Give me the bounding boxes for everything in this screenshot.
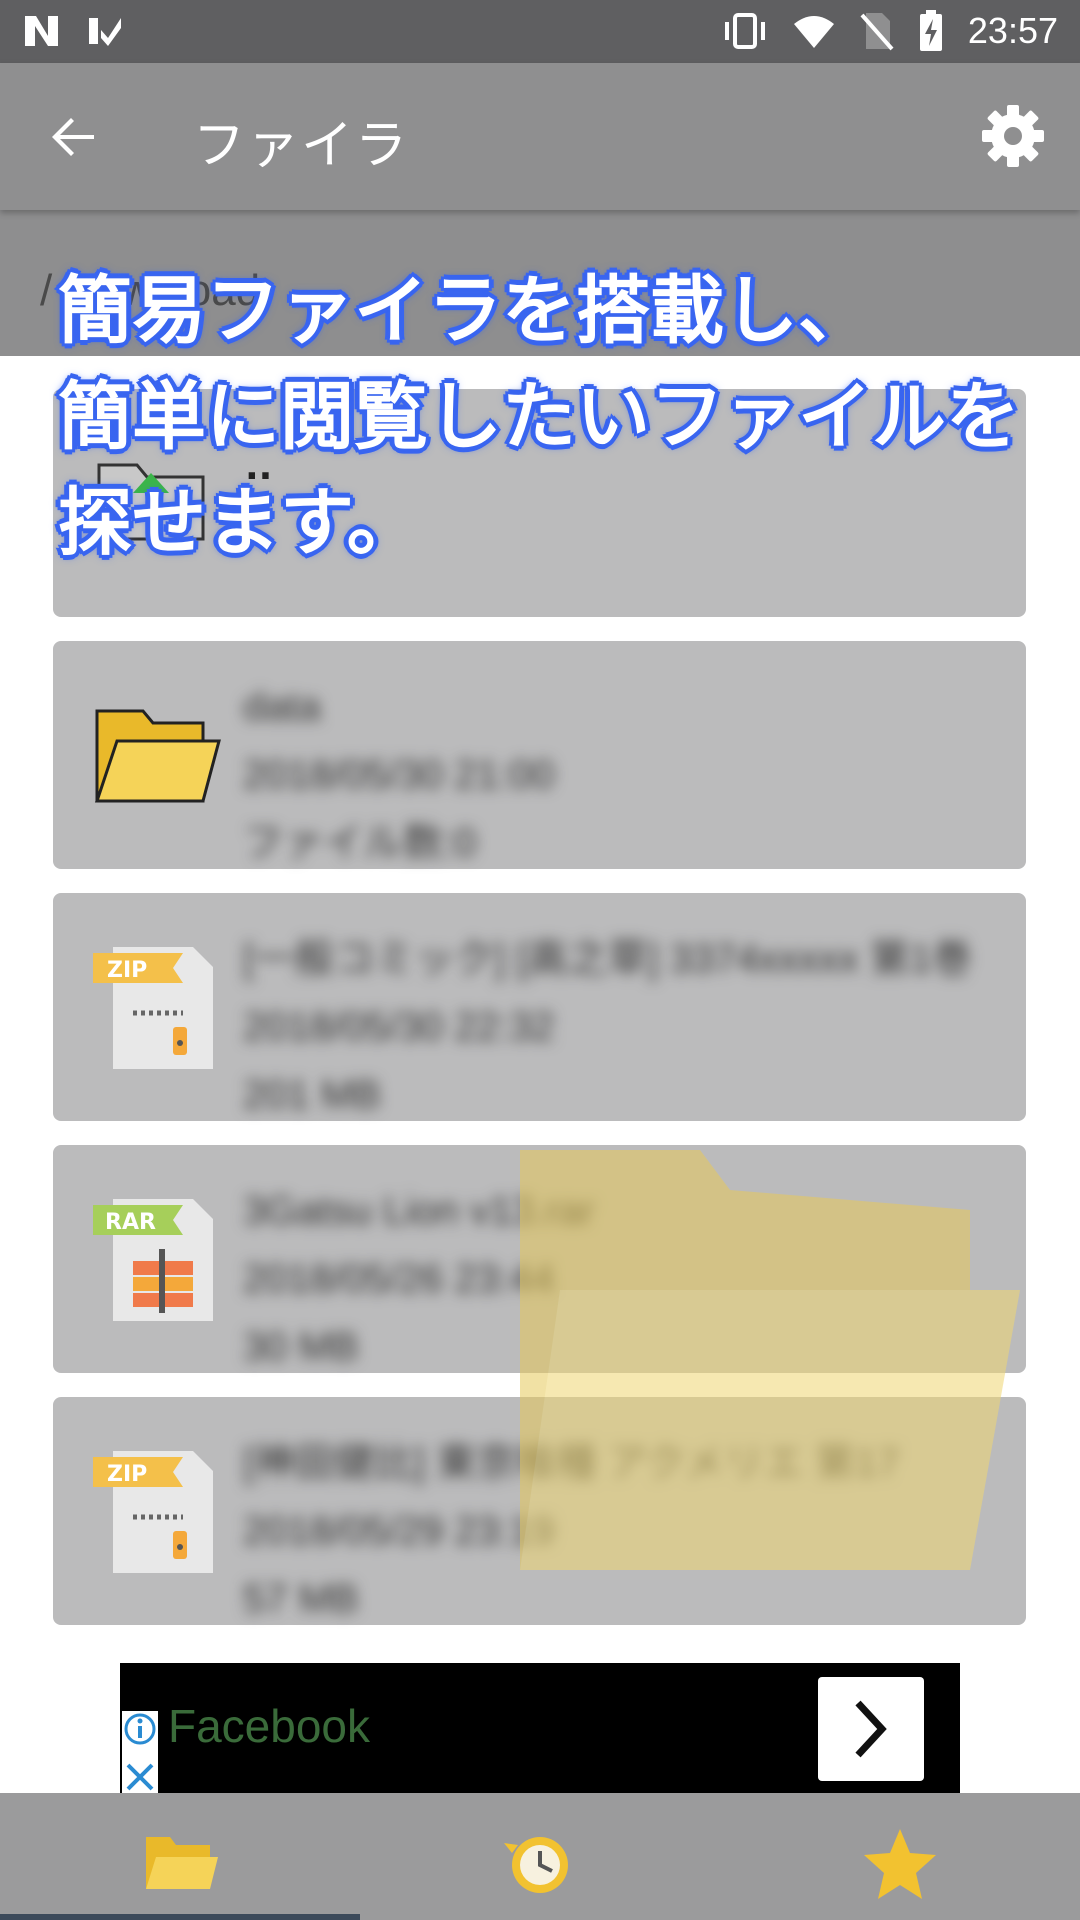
- zip-file-icon: ZIP: [93, 1451, 213, 1573]
- check-notification-icon: [89, 18, 121, 46]
- ad-arrow-button[interactable]: [818, 1677, 924, 1781]
- arrow-back-icon[interactable]: [44, 107, 104, 167]
- star-icon[interactable]: [860, 1823, 940, 1903]
- vibrate-icon: [724, 13, 765, 49]
- no-sim-icon: [860, 13, 894, 51]
- info-icon[interactable]: [122, 1711, 158, 1747]
- page-title: ファイラ: [193, 116, 410, 176]
- ad-text[interactable]: Facebook: [168, 1699, 370, 1753]
- battery-charging-icon: [919, 10, 942, 51]
- nav-selected-indicator: [0, 1914, 360, 1920]
- file-info: 57 MB: [243, 1577, 359, 1621]
- bottom-nav: [0, 1793, 1080, 1920]
- svg-text:RAR: RAR: [105, 1210, 156, 1235]
- promo-caption: 簡易ファイラを搭載し、 簡単に閲覧したいファイルを 探せます。: [58, 268, 1020, 566]
- svg-text:ZIP: ZIP: [107, 958, 147, 983]
- file-date: 2018/05/30 22:32: [243, 1005, 555, 1049]
- list-item[interactable]: data 2018/05/30 21:00 ファイル数:0: [53, 641, 1026, 869]
- zip-file-icon: ZIP: [93, 947, 213, 1069]
- file-name: data: [243, 685, 321, 729]
- file-info: ファイル数:0: [243, 821, 477, 865]
- list-item[interactable]: ZIP [一般コミック] [高之草] 3374xxxxx 第1巻 2018/05…: [53, 893, 1026, 1121]
- gear-icon[interactable]: [978, 101, 1048, 171]
- wifi-icon: [793, 16, 834, 48]
- status-time: 23:57: [967, 10, 1058, 51]
- folder-icon[interactable]: [140, 1823, 220, 1903]
- app-bar: ファイラ: [0, 63, 1080, 210]
- file-name: [一般コミック] [高之草] 3374xxxxx 第1巻: [243, 937, 973, 981]
- ad-info-box: [122, 1711, 158, 1793]
- chevron-right-icon: [855, 1700, 887, 1758]
- folder-icon: [94, 709, 221, 803]
- folder-watermark-icon: [520, 1150, 1020, 1570]
- ad-banner[interactable]: Facebook: [120, 1663, 960, 1793]
- svg-text:ZIP: ZIP: [107, 1462, 147, 1487]
- close-icon[interactable]: [122, 1759, 158, 1795]
- rar-file-icon: RAR: [93, 1199, 213, 1321]
- status-bar: 23:57: [0, 0, 1080, 63]
- file-date: 2018/05/30 21:00: [243, 753, 555, 797]
- history-icon[interactable]: [500, 1823, 580, 1903]
- n-notification-icon: [25, 16, 58, 46]
- file-info: 201 MB: [243, 1073, 381, 1117]
